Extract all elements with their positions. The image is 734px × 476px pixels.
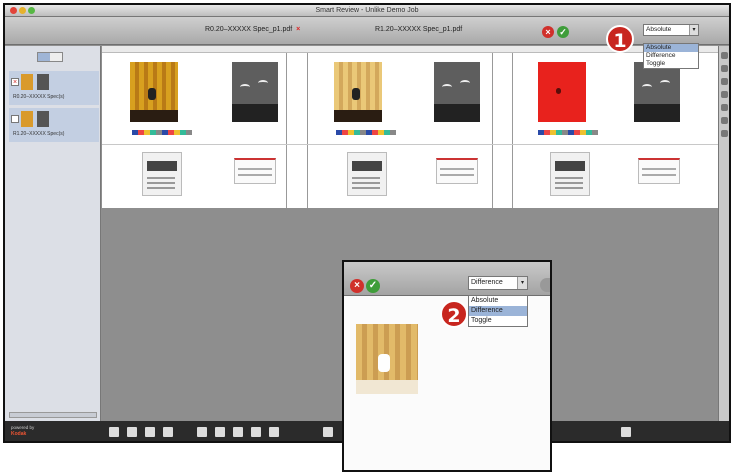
- right-toolstrip: [718, 46, 729, 421]
- poster-difference-preview: [356, 324, 418, 394]
- overlay-icon[interactable]: [323, 427, 333, 437]
- powered-by-logo: powered by Kodak: [11, 425, 34, 437]
- sidebar-item-r1[interactable]: R1.20–XXXXX Spec(s): [9, 108, 99, 142]
- document-preview: [347, 152, 387, 196]
- zoom-tool-icon[interactable]: [720, 65, 728, 72]
- sidebar-scrollbar[interactable]: [9, 412, 97, 418]
- rotate-icon[interactable]: [251, 427, 261, 437]
- blend-option-absolute[interactable]: Absolute: [644, 44, 698, 52]
- single-page-icon[interactable]: [109, 427, 119, 437]
- inset-toolbar: × ✓ Difference ▾: [344, 262, 550, 296]
- callout-1: 1: [606, 25, 634, 53]
- fullscreen-icon[interactable]: [621, 427, 631, 437]
- blend-mode-value: Absolute: [646, 26, 672, 33]
- window-title: Smart Review - Unlike Demo Job: [315, 7, 419, 14]
- sidebar-item-label: R0.20–XXXXX Spec(s): [13, 94, 65, 100]
- sidebar: × R0.20–XXXXX Spec(s) R1.20–XXXXX Spec(s…: [5, 46, 101, 421]
- dark-panel: [634, 62, 680, 122]
- card-preview: [436, 158, 478, 184]
- blend-mode-menu: Absolute Difference Toggle: [643, 43, 699, 69]
- grid-view-icon[interactable]: [38, 53, 50, 61]
- document-tab-1-label: R0.20–XXXXX Spec_p1.pdf: [205, 26, 293, 33]
- chevron-down-icon[interactable]: ▾: [517, 277, 527, 289]
- blend-mode-select[interactable]: Difference ▾: [468, 276, 528, 290]
- page-divider: [307, 53, 308, 208]
- poster-difference-image: [538, 62, 586, 122]
- blend-mode-select[interactable]: Absolute ▾: [643, 24, 699, 36]
- blend-mode-menu: Absolute Difference Toggle: [468, 295, 528, 327]
- comment-icon[interactable]: [233, 427, 243, 437]
- blend-mode-value: Difference: [471, 279, 503, 286]
- thumbnail: [21, 74, 33, 90]
- annotate-tool-icon[interactable]: [720, 91, 728, 98]
- row-divider: [102, 144, 718, 145]
- blend-option-absolute[interactable]: Absolute: [469, 296, 527, 306]
- card-preview: [638, 158, 680, 184]
- title-bar: Smart Review - Unlike Demo Job: [5, 5, 729, 17]
- fit-icon[interactable]: [215, 427, 225, 437]
- poster-image: [334, 62, 382, 122]
- document-tab-1[interactable]: R0.20–XXXXX Spec_p1.pdf ×: [205, 26, 300, 33]
- dark-panel: [232, 62, 278, 122]
- poster-image: [130, 62, 178, 122]
- reject-button[interactable]: ×: [542, 26, 554, 38]
- approve-button[interactable]: ✓: [557, 26, 569, 38]
- blend-option-toggle[interactable]: Toggle: [644, 60, 698, 68]
- blend-option-difference[interactable]: Difference: [644, 52, 698, 60]
- card-preview: [234, 158, 276, 184]
- blend-option-toggle[interactable]: Toggle: [469, 316, 527, 326]
- info-icon[interactable]: [269, 427, 279, 437]
- page-strip: [102, 46, 718, 208]
- sidebar-item-checkbox[interactable]: ×: [11, 78, 19, 86]
- sidebar-item-label: R1.20–XXXXX Spec(s): [13, 131, 65, 137]
- approve-button[interactable]: ✓: [366, 279, 380, 293]
- page-divider: [286, 53, 287, 208]
- magnify-icon[interactable]: [197, 427, 207, 437]
- settings-tool-icon[interactable]: [720, 130, 728, 137]
- close-document-icon[interactable]: ×: [296, 26, 300, 33]
- zoom-inset: × ✓ Difference ▾ Absolute Difference Tog…: [342, 260, 552, 472]
- select-tool-icon[interactable]: [720, 78, 728, 85]
- brand-text: Kodak: [11, 431, 27, 437]
- color-swatches: [336, 130, 396, 135]
- two-page-icon[interactable]: [127, 427, 137, 437]
- thumbnail: [21, 111, 33, 127]
- reject-button[interactable]: ×: [350, 279, 364, 293]
- pan-tool-icon[interactable]: [720, 52, 728, 59]
- color-swatches: [538, 130, 598, 135]
- thumbnail: [37, 74, 49, 90]
- page-divider: [512, 53, 513, 208]
- page-divider: [492, 53, 493, 208]
- text-tool-icon[interactable]: [720, 117, 728, 124]
- chevron-down-icon[interactable]: ▾: [689, 25, 698, 35]
- blend-option-difference[interactable]: Difference: [469, 306, 527, 316]
- view-toggle[interactable]: [37, 52, 63, 62]
- callout-2: 2: [440, 300, 468, 328]
- document-preview: [550, 152, 590, 196]
- color-swatches: [132, 130, 192, 135]
- sidebar-item-checkbox[interactable]: [11, 115, 19, 123]
- sidebar-item-r0[interactable]: × R0.20–XXXXX Spec(s): [9, 71, 99, 105]
- document-tab-2-label: R1.20–XXXXX Spec_p1.pdf: [375, 26, 463, 33]
- document-tab-2[interactable]: R1.20–XXXXX Spec_p1.pdf: [375, 26, 462, 33]
- measure-tool-icon[interactable]: [720, 104, 728, 111]
- thumbnail: [37, 111, 49, 127]
- list-view-icon[interactable]: [50, 53, 62, 61]
- scroll-thumb[interactable]: [540, 278, 550, 292]
- spread-icon[interactable]: [163, 427, 173, 437]
- grid-page-icon[interactable]: [145, 427, 155, 437]
- dark-panel: [434, 62, 480, 122]
- document-preview: [142, 152, 182, 196]
